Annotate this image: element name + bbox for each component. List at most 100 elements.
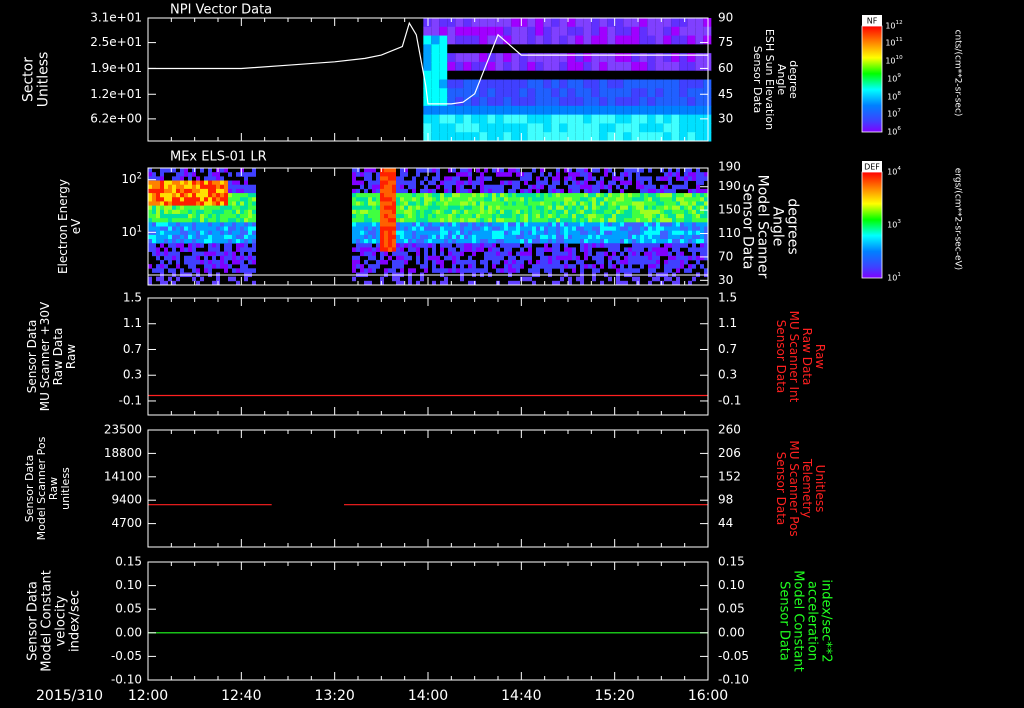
heatmap-cell xyxy=(624,247,628,252)
heatmap-cell xyxy=(224,197,228,202)
heatmap-cell xyxy=(176,180,180,186)
heatmap-cell xyxy=(644,259,648,265)
heatmap-cell xyxy=(248,259,252,265)
heatmap-cell xyxy=(700,193,704,198)
heatmap-cell xyxy=(204,230,208,236)
heatmap-cell xyxy=(423,18,432,28)
heatmap-cell xyxy=(672,205,676,211)
y-tick-label: 0.3 xyxy=(123,368,142,382)
heatmap-cell xyxy=(551,132,560,142)
heatmap-cell xyxy=(156,213,160,219)
heatmap-cell xyxy=(608,209,612,215)
heatmap-cell xyxy=(216,213,220,219)
heatmap-cell xyxy=(460,226,464,232)
heatmap-cell xyxy=(688,226,692,232)
heatmap-cell xyxy=(216,172,220,177)
heatmap-cell xyxy=(228,222,232,227)
heatmap-cell xyxy=(248,201,252,207)
heatmap-cell xyxy=(503,123,512,133)
heatmap-cell xyxy=(431,53,440,63)
heatmap-cell xyxy=(652,218,656,223)
heatmap-cell xyxy=(676,184,680,190)
heatmap-cell xyxy=(660,209,664,215)
heatmap-cell xyxy=(220,251,224,257)
heatmap-cell xyxy=(240,197,244,202)
heatmap-cell xyxy=(567,123,576,133)
heatmap-cell xyxy=(360,251,364,257)
heatmap-cell xyxy=(596,197,600,202)
heatmap-cell xyxy=(672,255,676,261)
heatmap-cell xyxy=(416,213,420,219)
y-tick-label: 18800 xyxy=(104,446,142,460)
heatmap-cell xyxy=(384,184,388,190)
heatmap-cell xyxy=(496,184,500,190)
heatmap-cell xyxy=(640,243,644,248)
heatmap-cell xyxy=(472,243,476,248)
heatmap-cell xyxy=(400,188,404,194)
heatmap-cell xyxy=(200,234,204,240)
heatmap-cell xyxy=(404,213,408,219)
heatmap-cell xyxy=(680,205,684,211)
heatmap-cell xyxy=(252,218,256,223)
heatmap-cell xyxy=(452,201,456,207)
heatmap-cell xyxy=(436,184,440,190)
heatmap-cell xyxy=(616,201,620,207)
heatmap-cell xyxy=(600,201,604,207)
heatmap-cell xyxy=(564,213,568,219)
heatmap-cell xyxy=(228,230,232,236)
heatmap-cell xyxy=(460,184,464,190)
heatmap-cell xyxy=(248,251,252,257)
heatmap-cell xyxy=(452,259,456,265)
heatmap-cell xyxy=(152,230,156,236)
heatmap-cell xyxy=(576,172,580,177)
heatmap-cell xyxy=(599,132,608,142)
heatmap-cell xyxy=(535,26,544,37)
heatmap-cell xyxy=(196,201,200,207)
heatmap-cell xyxy=(244,234,248,240)
heatmap-cell xyxy=(700,201,704,207)
heatmap-cell xyxy=(455,61,464,72)
heatmap-cell xyxy=(388,209,392,215)
heatmap-cell xyxy=(372,213,376,219)
heatmap-cell xyxy=(668,255,672,261)
heatmap-cell xyxy=(532,168,536,173)
heatmap-cell xyxy=(576,226,580,232)
heatmap-cell xyxy=(384,222,388,227)
heatmap-cell xyxy=(392,205,396,211)
heatmap-cell xyxy=(476,201,480,207)
heatmap-cell xyxy=(524,255,528,261)
heatmap-cell xyxy=(504,243,508,248)
heatmap-cell xyxy=(568,226,572,232)
heatmap-cell xyxy=(448,218,452,223)
y2-tick-label: 0.3 xyxy=(718,368,737,382)
heatmap-cell xyxy=(460,264,464,269)
heatmap-cell xyxy=(556,188,560,194)
heatmap-cell xyxy=(436,230,440,236)
heatmap-cell xyxy=(648,264,652,269)
heatmap-cell xyxy=(648,243,652,248)
heatmap-cell xyxy=(392,247,396,252)
heatmap-cell xyxy=(591,18,600,28)
heatmap-cell xyxy=(216,209,220,215)
heatmap-cell xyxy=(192,239,196,244)
heatmap-cell xyxy=(503,105,512,116)
heatmap-cell xyxy=(584,251,588,257)
heatmap-cell xyxy=(632,276,636,282)
heatmap-cell xyxy=(416,193,420,198)
heatmap-cell xyxy=(532,230,536,236)
heatmap-cell xyxy=(559,26,568,37)
heatmap-cell xyxy=(412,226,416,232)
heatmap-cell xyxy=(631,70,640,80)
heatmap-cell xyxy=(432,197,436,202)
heatmap-cell xyxy=(455,53,464,63)
heatmap-cell xyxy=(404,193,408,198)
heatmap-cell xyxy=(216,197,220,202)
heatmap-cell xyxy=(216,205,220,211)
heatmap-cell xyxy=(692,218,696,223)
heatmap-cell xyxy=(560,209,564,215)
heatmap-cell xyxy=(616,218,620,223)
heatmap-cell xyxy=(572,180,576,186)
heatmap-cell xyxy=(463,79,472,89)
heatmap-cell xyxy=(656,188,660,194)
heatmap-cell xyxy=(236,218,240,223)
